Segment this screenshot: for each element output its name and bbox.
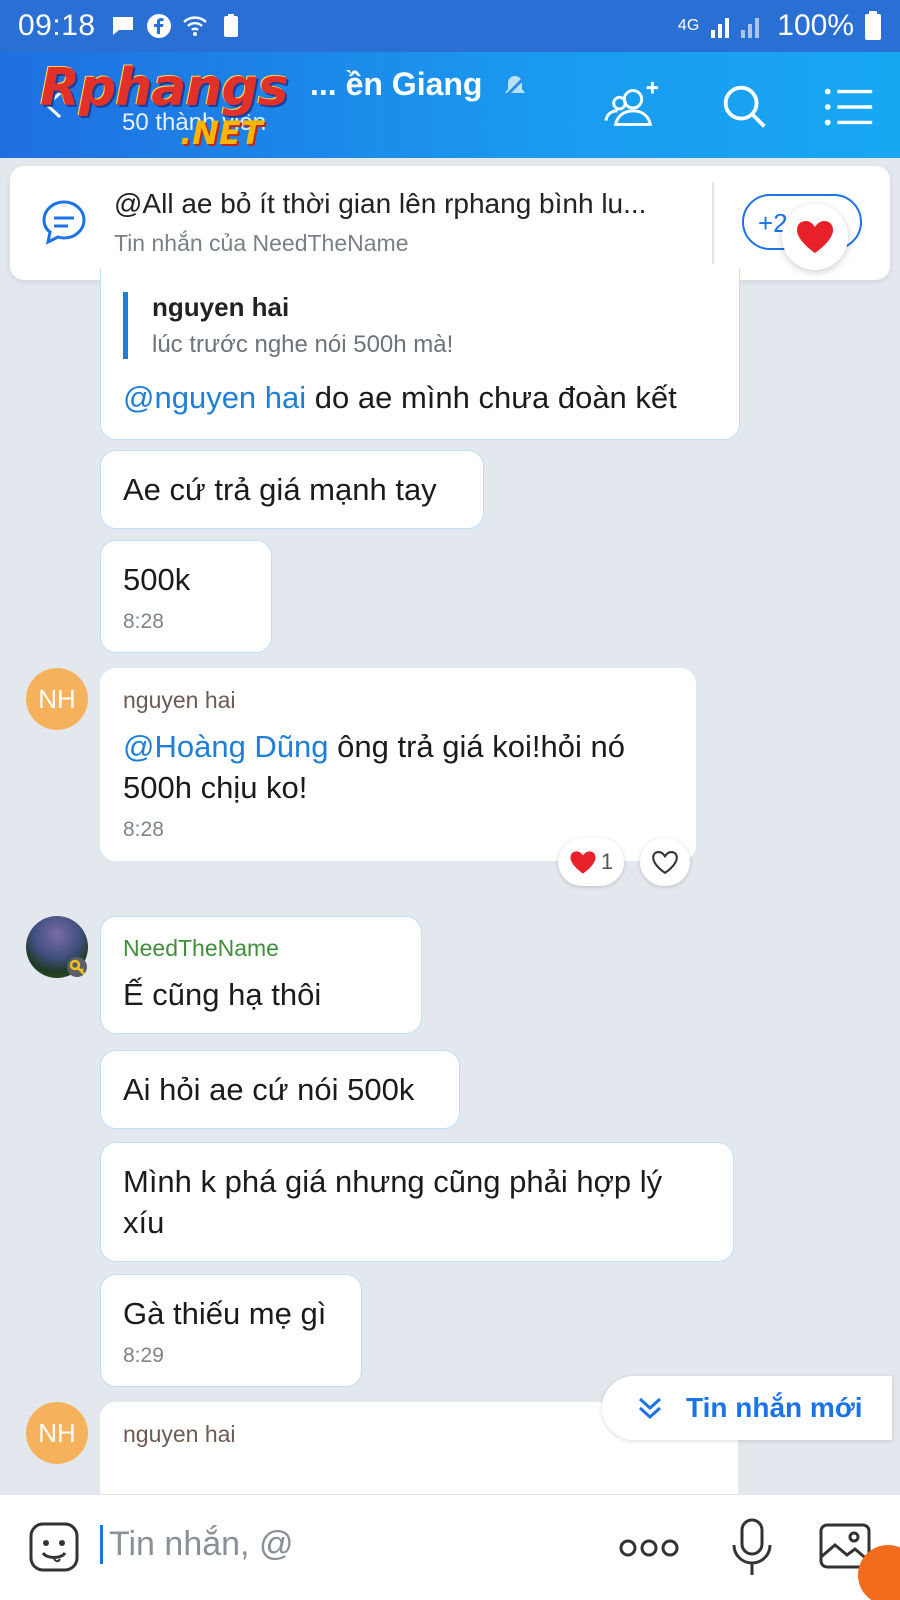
- new-messages-button[interactable]: Tin nhắn mới: [602, 1376, 892, 1440]
- message-text: Ế cũng hạ thôi: [123, 977, 322, 1012]
- quote-sender: nguyen hai: [152, 292, 290, 322]
- key-badge-icon: [67, 957, 87, 977]
- battery-icon: [865, 11, 881, 40]
- message-text: Mình k phá giá nhưng cũng phải hợp lý xí…: [123, 1164, 663, 1240]
- avatar[interactable]: [26, 916, 88, 978]
- message-bubble[interactable]: Ae cứ trả giá mạnh tay: [100, 450, 484, 529]
- message-bubble[interactable]: 500k 8:28: [100, 540, 272, 653]
- watermark-sub: .NET: [180, 114, 263, 152]
- pinned-message-bar[interactable]: @All ae bỏ ít thời gian lên rphang bình …: [10, 166, 890, 280]
- avatar-initials: NH: [38, 683, 76, 714]
- message-time: 8:29: [123, 1344, 164, 1367]
- wifi-icon: [182, 16, 207, 36]
- site-watermark-logo: Rphangs .NET: [40, 58, 289, 152]
- message-bubble[interactable]: Ai hỏi ae cứ nói 500k: [100, 1050, 460, 1129]
- react-button[interactable]: [640, 838, 690, 886]
- mute-bell-icon: [503, 74, 528, 99]
- divider: [712, 182, 714, 264]
- chat-header: ... ền Giang 50 thành viên Rphangs .NET: [0, 52, 900, 158]
- avatar-initials: NH: [38, 1417, 76, 1448]
- heart-icon: [570, 850, 596, 874]
- mention-link[interactable]: @Hoàng Dũng: [123, 729, 329, 764]
- avatar[interactable]: NH: [26, 1402, 88, 1464]
- double-chevron-down-icon: [638, 1397, 662, 1420]
- message-input[interactable]: Tin nhắn, @: [100, 1525, 293, 1564]
- quoted-message[interactable]: nguyen hai lúc trước nghe nói 500h mà!: [123, 292, 717, 359]
- microphone-icon[interactable]: [730, 1517, 774, 1579]
- new-messages-label: Tin nhắn mới: [686, 1392, 863, 1423]
- add-member-icon[interactable]: [604, 78, 662, 136]
- message-text: do ae mình chưa đoàn kết: [306, 380, 677, 415]
- reaction-count-badge[interactable]: 1: [558, 838, 624, 886]
- more-options-icon[interactable]: [618, 1531, 680, 1565]
- pinned-message-source: Tin nhắn của NeedTheName: [114, 230, 409, 256]
- facebook-icon: [146, 14, 171, 38]
- status-time: 09:18: [18, 9, 96, 42]
- heart-icon: [797, 221, 833, 253]
- reaction-count: 1: [600, 849, 614, 874]
- pinned-message-text: @All ae bỏ ít thời gian lên rphang bình …: [114, 188, 647, 219]
- message-text: Ae cứ trả giá mạnh tay: [123, 472, 437, 507]
- sender-name: nguyen hai: [123, 687, 236, 713]
- heart-reaction-button[interactable]: [782, 204, 848, 270]
- battery-percent: 100%: [777, 9, 854, 42]
- message-text: Gà thiếu mẹ gì: [123, 1296, 327, 1331]
- battery-notification-icon: [223, 14, 238, 37]
- quote-text: lúc trước nghe nói 500h mà!: [152, 331, 454, 358]
- status-bar: 09:18 4G 100%: [0, 0, 900, 52]
- search-icon[interactable]: [716, 78, 774, 136]
- message-bubble[interactable]: Gà thiếu mẹ gì 8:29: [100, 1274, 362, 1387]
- message-time: 8:28: [123, 610, 164, 633]
- menu-list-icon[interactable]: [820, 78, 878, 136]
- mention-link[interactable]: @nguyen hai: [123, 380, 306, 415]
- message-bubble[interactable]: nguyen hai @Hoàng Dũng ông trả giá koi!h…: [100, 668, 696, 861]
- message-text: 500k: [123, 562, 191, 597]
- message-text: Ai hỏi ae cứ nói 500k: [123, 1072, 415, 1107]
- message-notification-icon: [112, 17, 133, 35]
- message-composer: Tin nhắn, @: [0, 1494, 900, 1600]
- network-type: 4G: [677, 17, 700, 34]
- signal-icon: [711, 18, 760, 38]
- chat-bubble-icon: [42, 200, 86, 245]
- sticker-icon[interactable]: [28, 1521, 80, 1573]
- watermark-main: Rphangs: [40, 58, 289, 118]
- message-bubble[interactable]: nguyen hai lúc trước nghe nói 500h mà! @…: [100, 268, 740, 440]
- avatar[interactable]: NH: [26, 668, 88, 730]
- heart-outline-icon: [652, 850, 678, 874]
- message-bubble[interactable]: Mình k phá giá nhưng cũng phải hợp lý xí…: [100, 1142, 734, 1262]
- message-bubble[interactable]: NeedTheName Ế cũng hạ thôi: [100, 916, 422, 1034]
- sender-name: NeedTheName: [123, 935, 279, 961]
